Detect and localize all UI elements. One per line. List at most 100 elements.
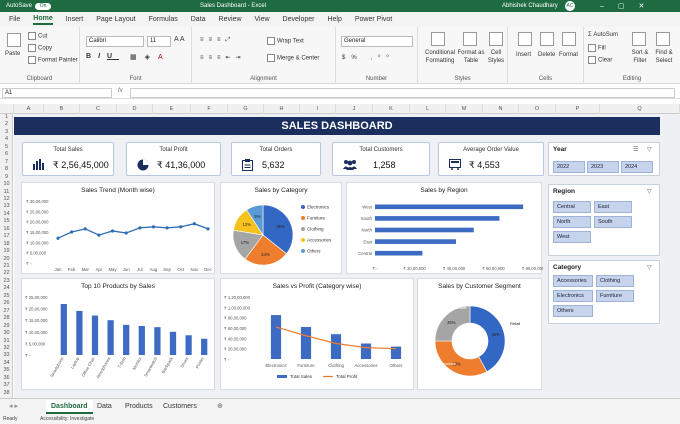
menu-data[interactable]: Data bbox=[191, 16, 206, 23]
row-header[interactable]: 38 bbox=[0, 390, 13, 397]
format-cells-button[interactable]: Format bbox=[559, 52, 578, 58]
autosum-button[interactable]: Σ AutoSum bbox=[588, 32, 618, 38]
row-header[interactable]: 37 bbox=[0, 382, 13, 389]
paste-button[interactable]: Paste bbox=[5, 51, 20, 57]
number-format-buttons[interactable]: $% ,⁰⁰ bbox=[342, 54, 395, 61]
slicer-item-2022[interactable]: 2022 bbox=[553, 161, 585, 173]
slicer-item-2023[interactable]: 2023 bbox=[587, 161, 619, 173]
wrap-text-button[interactable]: Wrap Text bbox=[267, 37, 304, 45]
row-header[interactable]: 34 bbox=[0, 360, 13, 367]
insert-cells-button[interactable]: Insert bbox=[516, 52, 531, 58]
number-format-select[interactable]: General bbox=[341, 36, 413, 47]
row-header[interactable]: 9 bbox=[0, 174, 13, 181]
copy-button[interactable]: Copy bbox=[28, 44, 52, 52]
column-header[interactable]: E bbox=[153, 104, 191, 114]
column-header[interactable]: F bbox=[191, 104, 228, 114]
border-fill-color-buttons[interactable]: ▦◈A bbox=[130, 53, 171, 61]
slicer-item-2024[interactable]: 2024 bbox=[621, 161, 653, 173]
tab-customers[interactable]: Customers bbox=[158, 400, 202, 414]
menu-help[interactable]: Help bbox=[327, 16, 341, 23]
row-header[interactable]: 16 bbox=[0, 226, 13, 233]
customer-segment-chart[interactable]: Sales by Customer Segment 42% 33% 25% Retai… bbox=[417, 278, 542, 390]
row-header[interactable]: 36 bbox=[0, 375, 13, 382]
row-header[interactable]: 15 bbox=[0, 218, 13, 225]
font-style-buttons[interactable]: BIU bbox=[86, 53, 119, 60]
column-header[interactable]: G bbox=[228, 104, 264, 114]
column-header[interactable]: Q bbox=[600, 104, 680, 114]
select-all-corner[interactable] bbox=[0, 104, 14, 114]
row-header[interactable]: 11 bbox=[0, 189, 13, 196]
row-header[interactable]: 2 bbox=[0, 121, 13, 128]
slicer-item-accessories[interactable]: Accessories bbox=[553, 275, 593, 287]
font-size-select[interactable]: 11 bbox=[147, 36, 171, 47]
cut-button[interactable]: Cut bbox=[28, 32, 47, 40]
window-controls[interactable]: –▢✕ bbox=[600, 2, 658, 10]
slicer-item-west[interactable]: West bbox=[553, 231, 591, 243]
slicer-item-furniture[interactable]: Furniture bbox=[596, 290, 634, 302]
column-header[interactable]: B bbox=[44, 104, 80, 114]
clear-button[interactable]: Clear bbox=[588, 56, 612, 64]
slicer-item-clothing[interactable]: Clothing bbox=[596, 275, 634, 287]
name-box[interactable]: A1 bbox=[2, 88, 112, 98]
sort-filter-icon[interactable] bbox=[632, 32, 646, 46]
row-header[interactable]: 19 bbox=[0, 248, 13, 255]
clear-filter-icon[interactable]: ▽ bbox=[647, 264, 652, 271]
row-header[interactable]: 5 bbox=[0, 144, 13, 151]
add-sheet-icon[interactable]: ⊕ bbox=[212, 400, 228, 414]
fill-button[interactable]: Fill bbox=[588, 44, 606, 52]
cell-styles-button[interactable]: Cell Styles bbox=[484, 49, 508, 65]
row-header[interactable]: 24 bbox=[0, 285, 13, 292]
conditional-formatting-button[interactable]: Conditional Formatting bbox=[421, 49, 459, 65]
column-header[interactable]: O bbox=[519, 104, 556, 114]
menu-view[interactable]: View bbox=[255, 16, 270, 23]
clear-filter-icon[interactable]: ▽ bbox=[647, 188, 652, 195]
menu-page-layout[interactable]: Page Layout bbox=[96, 16, 135, 23]
year-slicer[interactable]: Year ☰ ▽ 2022 2023 2024 bbox=[548, 142, 660, 176]
column-header[interactable]: P bbox=[556, 104, 600, 114]
menu-file[interactable]: File bbox=[9, 16, 20, 23]
font-name-select[interactable]: Calibri bbox=[86, 36, 144, 47]
find-select-button[interactable]: Find & Select bbox=[652, 49, 676, 65]
row-header[interactable]: 13 bbox=[0, 203, 13, 210]
conditional-formatting-icon[interactable] bbox=[431, 32, 445, 46]
row-header[interactable]: 12 bbox=[0, 196, 13, 203]
paste-icon[interactable] bbox=[7, 33, 21, 47]
column-header[interactable]: A bbox=[14, 104, 44, 114]
column-header[interactable]: J bbox=[336, 104, 373, 114]
row-header[interactable]: 18 bbox=[0, 241, 13, 248]
column-header[interactable]: I bbox=[300, 104, 336, 114]
column-header[interactable]: H bbox=[264, 104, 300, 114]
vertical-align-buttons[interactable]: ≡≡≡⤢ bbox=[200, 37, 235, 44]
row-header[interactable]: 7 bbox=[0, 159, 13, 166]
column-header[interactable]: L bbox=[410, 104, 446, 114]
sheet-canvas[interactable]: SALES DASHBOARD Total Sales ₹ 2,56,45,00… bbox=[14, 114, 680, 398]
row-header[interactable]: 31 bbox=[0, 338, 13, 345]
tab-dashboard[interactable]: Dashboard bbox=[46, 400, 93, 414]
delete-cells-button[interactable]: Delete bbox=[538, 52, 555, 58]
row-header[interactable]: 22 bbox=[0, 270, 13, 277]
slicer-item-south[interactable]: South bbox=[594, 216, 632, 228]
format-as-table-button[interactable]: Format as Table bbox=[456, 49, 486, 65]
row-header[interactable]: 32 bbox=[0, 345, 13, 352]
formula-input[interactable] bbox=[130, 88, 675, 98]
row-header[interactable]: 1 bbox=[0, 114, 13, 121]
slicer-item-others[interactable]: Others bbox=[553, 305, 593, 317]
row-header[interactable]: 4 bbox=[0, 136, 13, 143]
multi-select-icon[interactable]: ☰ bbox=[633, 146, 638, 153]
row-header[interactable]: 28 bbox=[0, 315, 13, 322]
row-header[interactable]: 10 bbox=[0, 181, 13, 188]
slicer-item-electronics[interactable]: Electronics bbox=[553, 290, 593, 302]
clear-filter-icon[interactable]: ▽ bbox=[647, 146, 652, 153]
menu-developer[interactable]: Developer bbox=[283, 16, 315, 23]
horizontal-align-buttons[interactable]: ≡≡≡⇤⇥ bbox=[200, 54, 246, 61]
avatar[interactable]: AC bbox=[565, 1, 575, 11]
slicer-item-north[interactable]: North bbox=[553, 216, 591, 228]
sales-by-region-chart[interactable]: Sales by Region West South North East Centra… bbox=[346, 182, 543, 274]
menu-formulas[interactable]: Formulas bbox=[149, 16, 178, 23]
format-painter-button[interactable]: Format Painter bbox=[28, 56, 78, 64]
row-header[interactable]: 33 bbox=[0, 352, 13, 359]
row-header[interactable]: 23 bbox=[0, 278, 13, 285]
column-header[interactable]: C bbox=[80, 104, 117, 114]
tab-data[interactable]: Data bbox=[92, 400, 117, 414]
merge-center-button[interactable]: Merge & Center bbox=[267, 54, 319, 62]
